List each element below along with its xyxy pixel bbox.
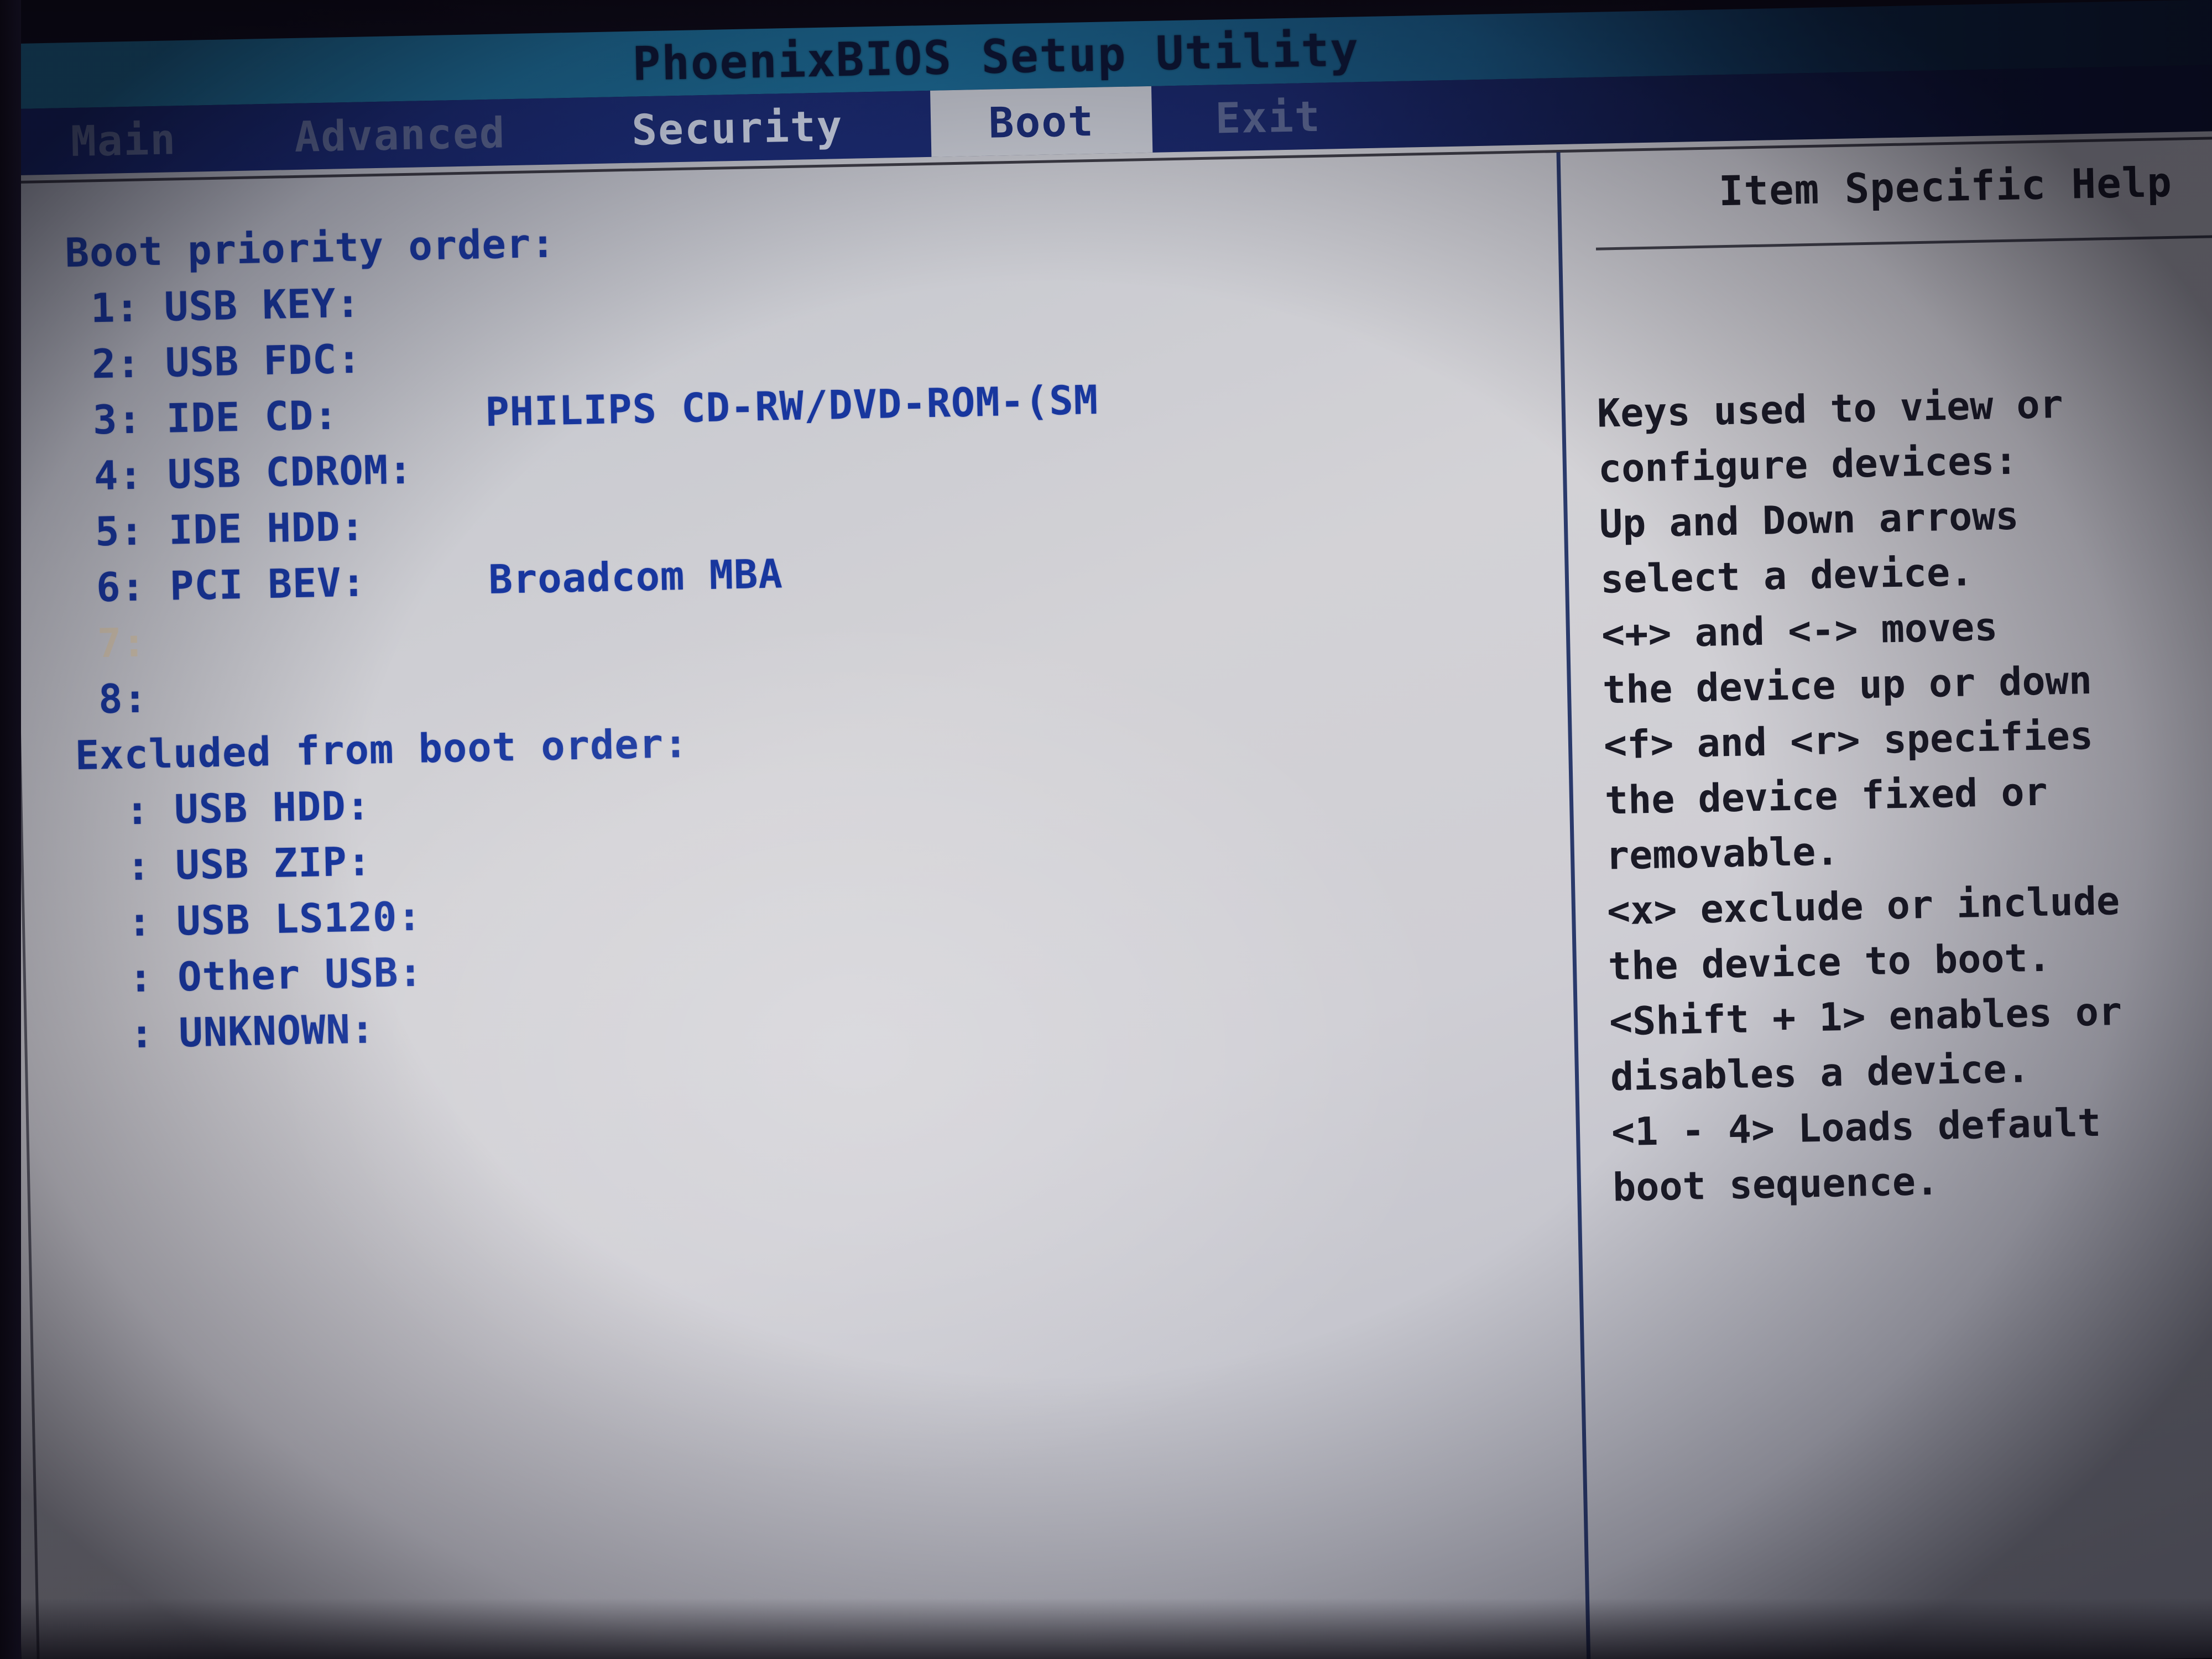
bios-screen-photo: PhoenixBIOS Setup Utility Main Advanced …	[0, 0, 2212, 1659]
device-type: USB ZIP:	[175, 836, 471, 889]
device-type: PCI BEV:	[169, 556, 489, 609]
device-index: :	[78, 898, 178, 947]
device-index: 8:	[73, 674, 173, 723]
device-index: :	[77, 842, 176, 891]
bios-screen: PhoenixBIOS Setup Utility Main Advanced …	[0, 0, 2212, 1659]
device-type: USB HDD:	[174, 780, 469, 833]
device-type: Other USB:	[177, 947, 473, 1000]
device-index: :	[76, 786, 175, 835]
page-title: PhoenixBIOS Setup Utility	[632, 22, 1360, 91]
device-index: 6:	[71, 562, 170, 612]
device-index: :	[80, 1009, 180, 1058]
help-divider-rule	[1595, 234, 2212, 251]
device-type: UNKNOWN:	[178, 1003, 474, 1056]
boot-order-pane: Boot priority order: 1: USB KEY: 2: USB …	[65, 196, 1541, 1063]
help-text-body: Keys used to view or configure devices: Up…	[1597, 373, 2212, 1215]
tab-advanced[interactable]: Advanced	[255, 98, 544, 170]
item-specific-help-pane: Item Specific Help Keys used to view or c…	[1584, 140, 2212, 1659]
tab-main[interactable]: Main	[0, 104, 257, 176]
device-type	[171, 668, 491, 721]
device-type: USB KEY:	[164, 277, 484, 330]
device-index: 2:	[66, 339, 166, 388]
device-type	[170, 612, 490, 665]
tab-security[interactable]: Security	[543, 91, 931, 165]
tab-boot[interactable]: Boot	[930, 86, 1153, 157]
device-index: 5:	[70, 507, 169, 556]
device-index: 7:	[72, 618, 171, 667]
device-index: 4:	[69, 451, 168, 500]
device-type: USB CDROM:	[167, 445, 487, 498]
help-title: Item Specific Help	[1718, 158, 2173, 216]
monitor-bezel-left	[0, 0, 21, 1659]
device-index: 1:	[65, 283, 165, 332]
device-index: :	[79, 953, 179, 1003]
tab-exit[interactable]: Exit	[1151, 81, 1385, 152]
device-type: USB FDC:	[165, 333, 485, 386]
excluded-device-list[interactable]: : USB HDD: : USB ZIP: : USB LS120: : Oth…	[76, 754, 1541, 1063]
device-type: IDE CD:	[166, 389, 486, 442]
boot-priority-list[interactable]: 1: USB KEY: 2: USB FDC: 3: IDE CD: PHILI…	[66, 252, 1535, 728]
device-type: IDE HDD:	[168, 500, 488, 554]
device-name: Broadcom MBA	[488, 550, 784, 603]
device-type: USB LS120:	[176, 891, 472, 945]
device-index: 3:	[67, 395, 167, 444]
